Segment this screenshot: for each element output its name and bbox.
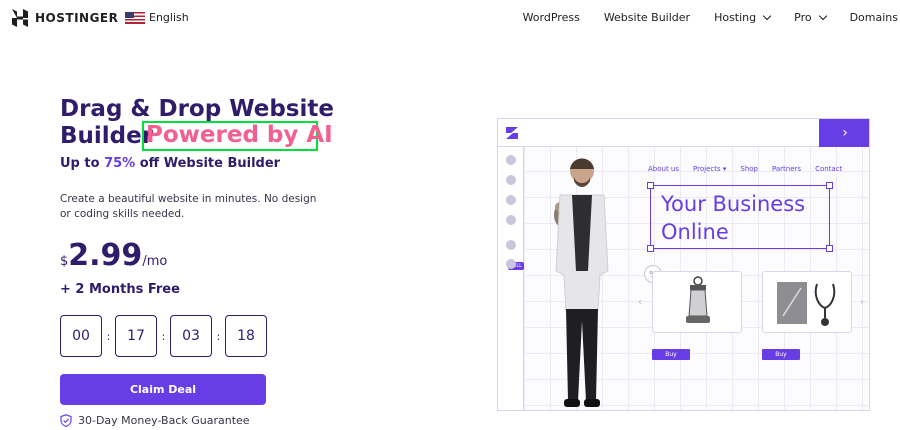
man-with-owl-image — [554, 158, 609, 407]
preview-headline: Your Business Online — [661, 190, 805, 246]
language-selector[interactable]: English — [125, 11, 189, 24]
nav-wordpress-label: WordPress — [522, 11, 580, 24]
resize-handle — [647, 182, 654, 189]
subtitle-post: off Website Builder — [135, 156, 281, 171]
nav-website-builder[interactable]: Website Builder — [604, 11, 690, 24]
store-icon — [506, 259, 516, 269]
notebook-stethoscope-image — [777, 282, 836, 326]
add-icon — [506, 155, 516, 165]
timer-separator: : — [106, 329, 111, 343]
nav-links: WordPress Website Builder Hosting Pro Do… — [523, 11, 898, 24]
preview-nav: About us Projects ▾ Shop Partners Contac… — [648, 165, 842, 173]
chevron-down-icon — [762, 11, 772, 21]
headline-selection-box: Your Business Online — [647, 182, 833, 252]
resize-handle — [647, 245, 654, 252]
nav-wordpress[interactable]: WordPress — [523, 11, 580, 24]
brand-name: HOSTINGER — [35, 11, 119, 25]
chevron-down-icon — [818, 11, 827, 21]
preview-nav-item: About us — [648, 165, 680, 173]
subtitle-pre: Up to — [60, 156, 105, 171]
price-amount: 2.99 — [68, 238, 143, 273]
timer-hours: 17 — [115, 315, 157, 357]
top-navigation: HOSTINGER English WordPress Website Buil… — [0, 0, 900, 36]
cart-icon — [506, 240, 516, 250]
timer-separator: : — [216, 329, 221, 343]
nav-pro[interactable]: Pro — [794, 11, 827, 24]
chevron-left-icon: ‹ — [638, 297, 642, 308]
palette-icon — [506, 195, 516, 205]
preview-nav-item: Contact — [815, 165, 843, 173]
resize-handle — [826, 182, 833, 189]
nav-hosting[interactable]: Hosting — [714, 11, 772, 24]
timer-seconds: 18 — [225, 315, 267, 357]
product-card — [652, 271, 742, 333]
preview-toolbar: › — [498, 119, 869, 147]
preview-nav-item: Partners — [771, 165, 802, 173]
discount-percent: 75% — [104, 156, 136, 171]
chevron-right-icon: › — [860, 297, 864, 308]
lantern-image — [686, 276, 710, 323]
nav-domains[interactable]: Domains — [850, 11, 898, 24]
price: $ 2.99 /mo — [60, 238, 167, 273]
us-flag-icon — [125, 11, 145, 24]
timer-separator: : — [161, 329, 166, 343]
countdown-timer: 00 : 17 : 03 : 18 — [60, 315, 267, 357]
preview-headline-line2: Online — [661, 220, 729, 244]
hostinger-h-icon — [12, 9, 28, 27]
hero-subtitle: Up to 75% off Website Builder — [60, 156, 280, 171]
timer-days: 00 — [60, 315, 102, 357]
hero-highlight: Powered by AI — [146, 122, 333, 148]
layers-icon — [506, 175, 516, 185]
product-card — [762, 271, 852, 333]
shield-check-icon — [60, 414, 72, 427]
preview-sidebar: SELL — [498, 147, 524, 410]
language-label: English — [149, 11, 189, 24]
nav-pro-label: Pro — [794, 11, 812, 24]
buy-button: Buy — [762, 349, 800, 360]
price-currency: $ — [60, 254, 69, 269]
timer-minutes: 03 — [170, 315, 212, 357]
builder-preview-illustration: › SELL About us Projects ▾ Shop Partners… — [497, 118, 870, 411]
nav-hosting-label: Hosting — [714, 11, 757, 24]
claim-deal-button[interactable]: Claim Deal — [60, 374, 266, 405]
hero-description: Create a beautiful website in minutes. N… — [60, 193, 317, 220]
edit-icon — [506, 215, 516, 225]
money-back-guarantee: 30-Day Money-Back Guarantee — [60, 414, 250, 427]
guarantee-text: 30-Day Money-Back Guarantee — [78, 414, 250, 427]
buy-button: Buy — [652, 349, 690, 360]
nav-domains-label: Domains — [849, 11, 898, 24]
resize-handle — [826, 245, 833, 252]
price-period: /mo — [142, 254, 168, 269]
nav-website-builder-label: Website Builder — [603, 11, 691, 24]
chevron-right-icon: › — [819, 119, 869, 147]
preview-headline-line1: Your Business — [661, 192, 806, 216]
builder-logo-icon — [506, 127, 518, 139]
bonus-offer: + 2 Months Free — [60, 282, 180, 297]
preview-nav-item: Projects ▾ — [693, 165, 727, 173]
preview-nav-item-label: Projects — [693, 165, 721, 173]
hostinger-logo[interactable]: HOSTINGER — [12, 9, 118, 27]
preview-nav-item: Shop — [740, 165, 758, 173]
